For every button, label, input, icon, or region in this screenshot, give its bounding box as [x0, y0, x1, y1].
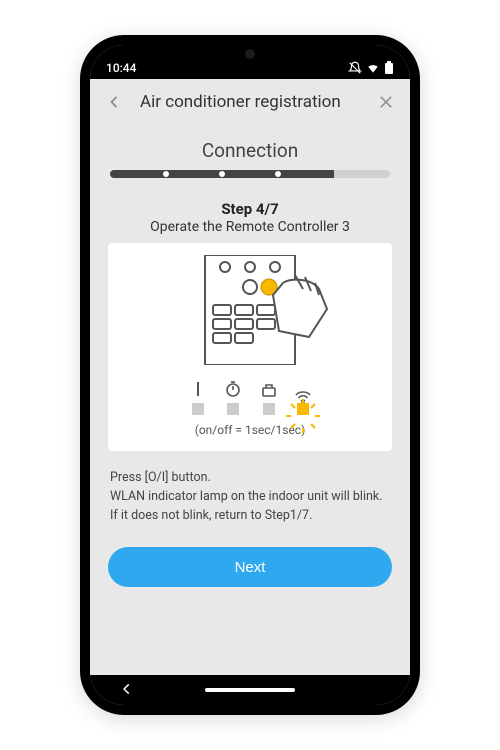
next-button[interactable]: Next [108, 547, 392, 587]
nav-back-button[interactable] [120, 681, 134, 700]
chevron-left-icon [104, 92, 124, 112]
power-icon [191, 379, 205, 397]
indicator-power [191, 379, 205, 415]
indicator-timer [225, 379, 241, 415]
wifi-status-icon [366, 61, 380, 75]
instruction-line: If it does not blink, return to Step1/7. [110, 507, 390, 526]
hand-icon [273, 275, 327, 337]
close-button[interactable] [372, 88, 400, 116]
battery-icon [384, 61, 394, 75]
back-button[interactable] [100, 88, 128, 116]
progress-bar [108, 170, 392, 178]
page-title: Air conditioner registration [136, 92, 364, 112]
nav-home-button[interactable] [205, 688, 295, 692]
front-camera [245, 49, 255, 59]
nav-back-icon [120, 682, 134, 696]
progress-seg [278, 170, 334, 178]
indicator-device [261, 379, 277, 415]
android-nav-bar [90, 675, 410, 705]
progress-seg [110, 170, 166, 178]
step-number: Step 4/7 [108, 200, 392, 218]
bell-off-icon [348, 61, 362, 75]
progress-seg [166, 170, 222, 178]
step-subtitle: Operate the Remote Controller 3 [108, 219, 392, 235]
indicator-wifi [297, 379, 309, 415]
status-time: 10:44 [106, 61, 136, 75]
remote-illustration [118, 255, 382, 365]
timer-icon [225, 379, 241, 397]
app-bar: Air conditioner registration [90, 79, 410, 125]
section-title: Connection [108, 139, 392, 162]
content-area: Connection Step 4/7 Operate the Remote C… [90, 125, 410, 675]
step-header: Step 4/7 Operate the Remote Controller 3 [108, 200, 392, 235]
close-icon [377, 93, 395, 111]
instruction-card: (on/off = 1sec/1sec) [108, 243, 392, 451]
progress-seg [334, 170, 390, 178]
instruction-line: Press [O/I] button. [110, 469, 390, 488]
phone-frame: 10:44 Air conditioner registration Conne… [80, 35, 420, 715]
progress-seg [222, 170, 278, 178]
instruction-line: WLAN indicator lamp on the indoor unit w… [110, 488, 390, 507]
device-icon [261, 379, 277, 397]
screen: 10:44 Air conditioner registration Conne… [90, 45, 410, 705]
instruction-text: Press [O/I] button. WLAN indicator lamp … [108, 469, 392, 525]
status-icons [348, 61, 394, 75]
blink-caption: (on/off = 1sec/1sec) [118, 423, 382, 437]
indicator-row [118, 379, 382, 415]
